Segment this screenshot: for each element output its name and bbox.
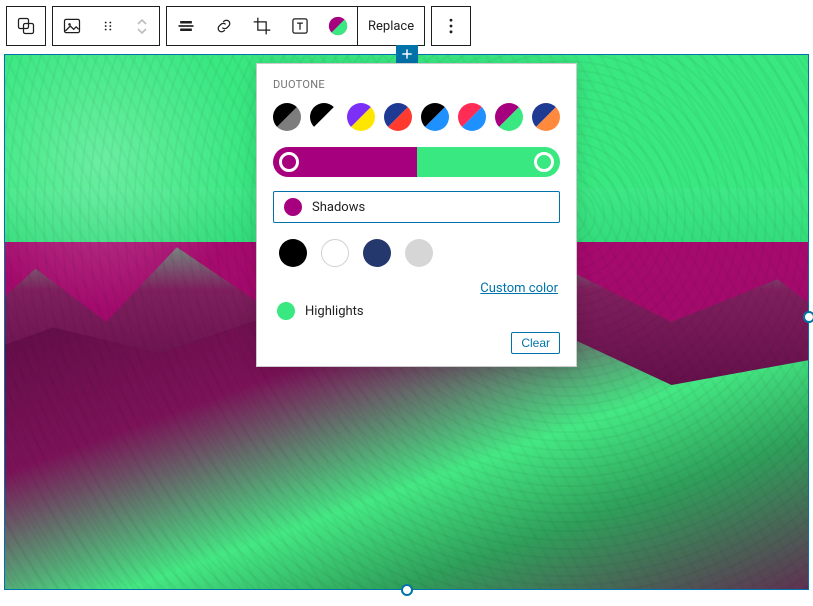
toolbar-group-more: [431, 6, 471, 46]
block-toolbar: Replace: [6, 6, 471, 46]
replace-label: Replace: [368, 19, 414, 34]
duotone-icon: [327, 15, 349, 37]
shadows-field[interactable]: Shadows: [273, 191, 560, 223]
shadow-color-dot: [284, 198, 302, 216]
duotone-gradient-bar[interactable]: [273, 147, 560, 177]
highlights-field[interactable]: Highlights: [273, 300, 560, 322]
chevron-up-icon: [137, 18, 147, 26]
chevron-down-icon: [137, 27, 147, 35]
select-parent-button[interactable]: [7, 7, 45, 45]
highlight-color-dot: [277, 302, 295, 320]
shadow-color-options: [273, 235, 560, 271]
duotone-preset-5[interactable]: [458, 103, 486, 131]
text-overlay-icon: [290, 16, 310, 36]
shadows-label: Shadows: [312, 200, 365, 215]
duotone-preset-6[interactable]: [495, 103, 523, 131]
gradient-stop-highlight[interactable]: [534, 152, 554, 172]
shadow-option-0[interactable]: [279, 239, 307, 267]
resize-handle-right[interactable]: [803, 311, 813, 323]
align-button[interactable]: [167, 7, 205, 45]
parent-block-icon: [16, 16, 36, 36]
text-overlay-button[interactable]: [281, 7, 319, 45]
block-inserter-button[interactable]: [396, 45, 418, 63]
drag-handle[interactable]: [91, 7, 125, 45]
duotone-preset-4[interactable]: [421, 103, 449, 131]
kebab-icon: [441, 16, 461, 36]
duotone-popover: DUOTONE Shadows Custom color Highlights …: [256, 63, 577, 367]
gradient-stop-shadow[interactable]: [279, 152, 299, 172]
duotone-preset-row: [273, 103, 560, 131]
replace-button[interactable]: Replace: [358, 7, 424, 45]
resize-handle-bottom[interactable]: [401, 584, 413, 596]
duotone-preset-7[interactable]: [532, 103, 560, 131]
duotone-preset-0[interactable]: [273, 103, 301, 131]
custom-color-link[interactable]: Custom color: [480, 281, 558, 296]
move-buttons[interactable]: [125, 7, 159, 45]
highlights-label: Highlights: [305, 304, 364, 319]
drag-icon: [101, 19, 115, 33]
align-icon: [176, 16, 196, 36]
clear-label: Clear: [521, 336, 550, 350]
popover-title: DUOTONE: [273, 78, 560, 91]
custom-color-row: Custom color: [275, 281, 558, 296]
toolbar-group-block: [52, 6, 160, 46]
duotone-button[interactable]: [319, 7, 357, 45]
plus-icon: [400, 47, 414, 61]
link-button[interactable]: [205, 7, 243, 45]
block-type-button[interactable]: [53, 7, 91, 45]
crop-button[interactable]: [243, 7, 281, 45]
link-icon: [214, 16, 234, 36]
shadow-option-1[interactable]: [321, 239, 349, 267]
image-icon: [62, 16, 82, 36]
toolbar-group-parent: [6, 6, 46, 46]
clear-button[interactable]: Clear: [511, 332, 560, 354]
shadow-option-2[interactable]: [363, 239, 391, 267]
toolbar-group-inline: Replace: [166, 6, 425, 46]
duotone-preset-1[interactable]: [310, 103, 338, 131]
shadow-option-3[interactable]: [405, 239, 433, 267]
duotone-preset-3[interactable]: [384, 103, 412, 131]
more-button[interactable]: [432, 7, 470, 45]
crop-icon: [252, 16, 272, 36]
duotone-preset-2[interactable]: [347, 103, 375, 131]
